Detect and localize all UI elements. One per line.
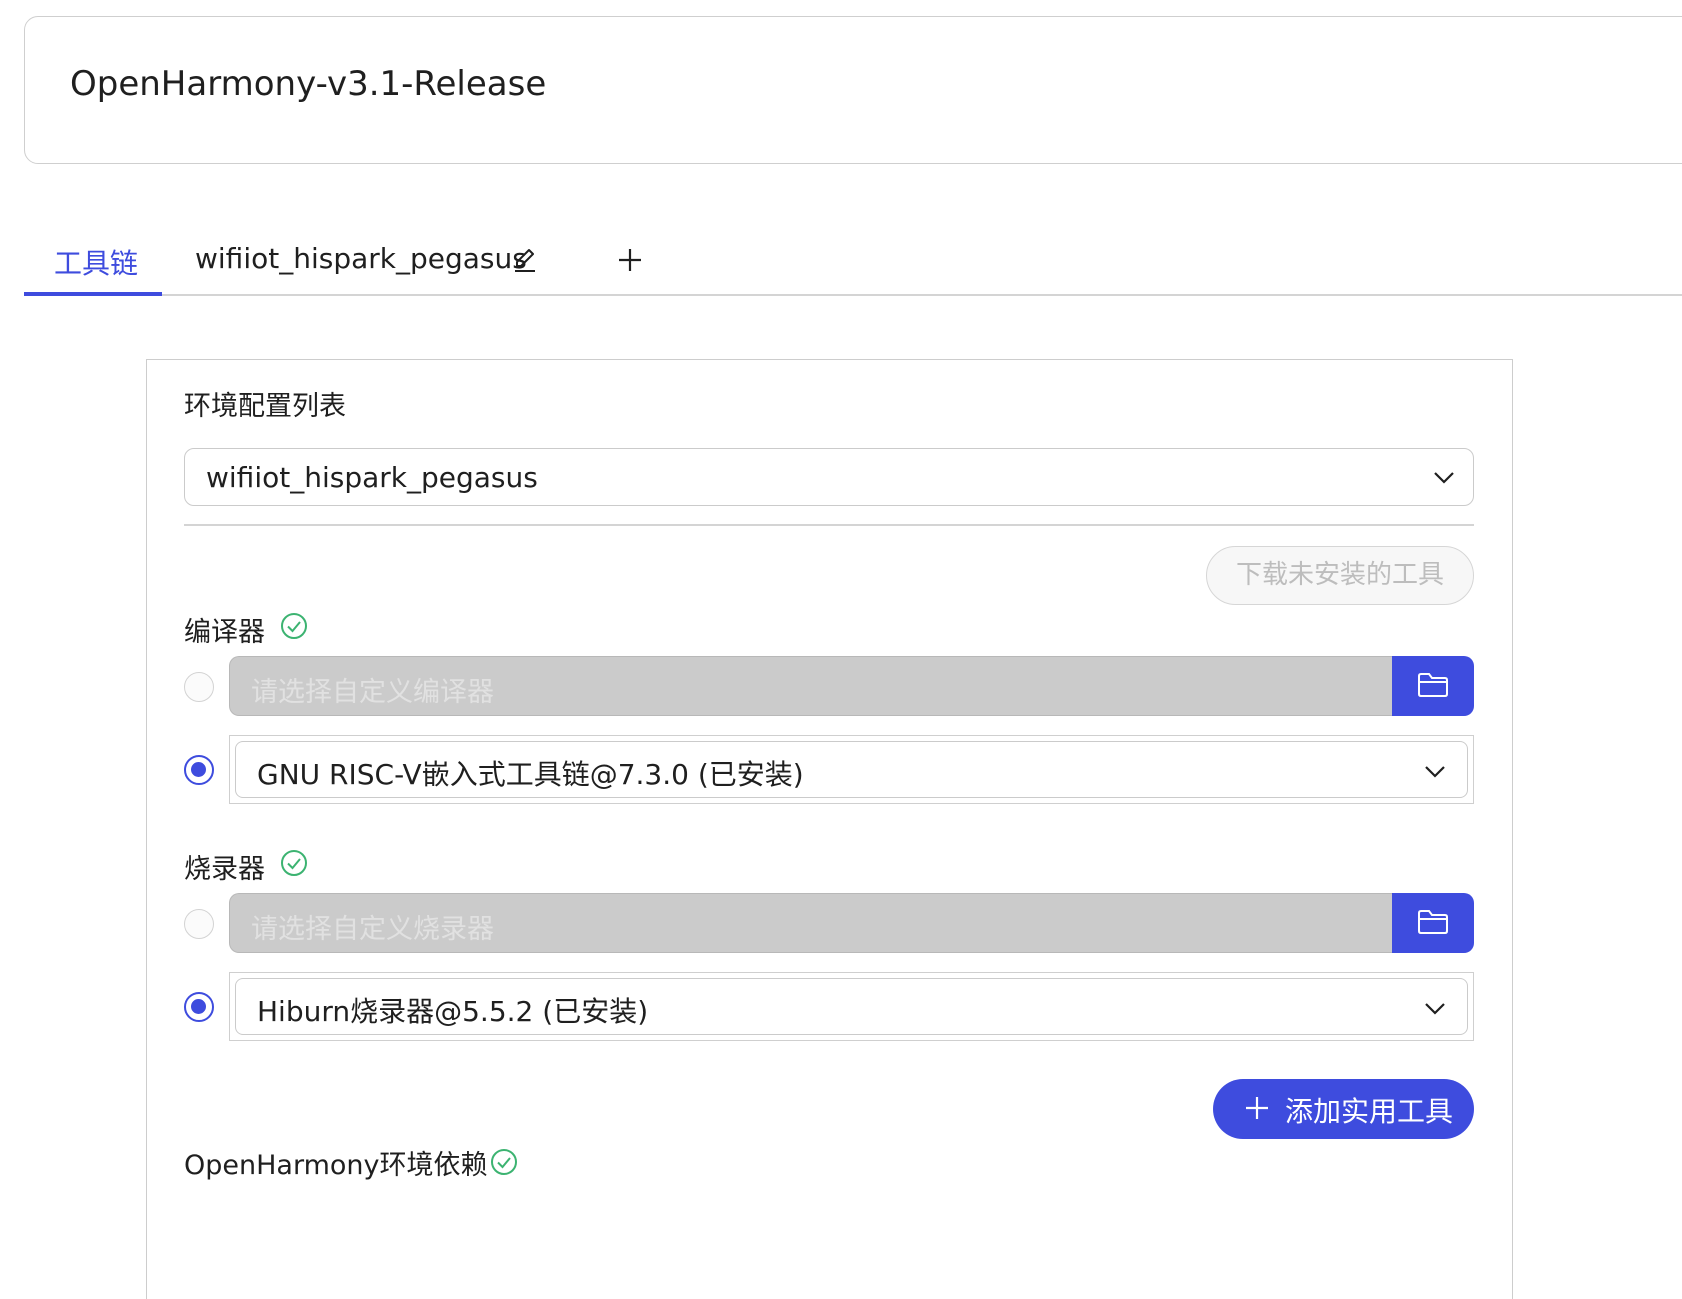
compiler-browse-button[interactable] <box>1392 656 1474 716</box>
compiler-select-wrapper: GNU RISC-V嵌入式工具链@7.3.0 (已安装) <box>229 735 1474 804</box>
compiler-custom-radio[interactable] <box>184 672 214 702</box>
chevron-down-icon <box>1425 766 1445 778</box>
compiler-preset-radio[interactable] <box>184 755 214 785</box>
project-title: OpenHarmony-v3.1-Release <box>70 64 547 104</box>
burner-select-value: Hiburn烧录器@5.5.2 (已安装) <box>257 995 649 1028</box>
burner-custom-placeholder: 请选择自定义烧录器 <box>251 914 494 945</box>
burner-browse-button[interactable] <box>1392 893 1474 953</box>
burner-select[interactable]: Hiburn烧录器@5.5.2 (已安装) <box>235 978 1468 1035</box>
env-config-value: wifiiot_hispark_pegasus <box>206 461 538 494</box>
tab-bar-divider <box>24 294 1682 296</box>
download-uninstalled-tools-button[interactable]: 下载未安装的工具 <box>1206 546 1474 605</box>
folder-icon <box>1418 910 1448 934</box>
env-config-select[interactable]: wifiiot_hispark_pegasus <box>184 448 1474 506</box>
chevron-down-icon <box>1425 1003 1445 1015</box>
add-utility-label: 添加实用工具 <box>1285 1095 1454 1128</box>
section-divider <box>184 524 1474 526</box>
chevron-down-icon <box>1434 472 1454 484</box>
add-utility-button[interactable]: 添加实用工具 <box>1213 1079 1474 1139</box>
check-circle-icon <box>281 613 307 639</box>
env-list-label: 环境配置列表 <box>184 391 346 422</box>
add-tab-plus-icon[interactable] <box>616 246 644 274</box>
folder-icon <box>1418 673 1448 697</box>
compiler-custom-path-input[interactable]: 请选择自定义编译器 <box>229 656 1392 716</box>
tab-active-indicator <box>24 292 162 296</box>
burner-label: 烧录器 <box>184 854 265 885</box>
burner-custom-radio[interactable] <box>184 909 214 939</box>
compiler-select[interactable]: GNU RISC-V嵌入式工具链@7.3.0 (已安装) <box>235 741 1468 798</box>
compiler-custom-placeholder: 请选择自定义编译器 <box>251 677 494 708</box>
compiler-select-value: GNU RISC-V嵌入式工具链@7.3.0 (已安装) <box>257 758 804 791</box>
compiler-label: 编译器 <box>184 617 265 648</box>
burner-preset-radio[interactable] <box>184 992 214 1022</box>
edit-icon[interactable] <box>512 247 538 273</box>
tab-toolchain-label: 工具链 <box>54 247 139 280</box>
plus-icon <box>1246 1097 1268 1119</box>
check-circle-icon <box>491 1149 517 1175</box>
burner-custom-path-input[interactable]: 请选择自定义烧录器 <box>229 893 1392 953</box>
tab-toolchain[interactable]: 工具链 <box>24 236 162 296</box>
burner-select-wrapper: Hiburn烧录器@5.5.2 (已安装) <box>229 972 1474 1041</box>
tab-product[interactable]: wifiiot_hispark_pegasus <box>195 242 527 275</box>
check-circle-icon <box>281 850 307 876</box>
dependency-label: OpenHarmony环境依赖 <box>184 1150 488 1181</box>
